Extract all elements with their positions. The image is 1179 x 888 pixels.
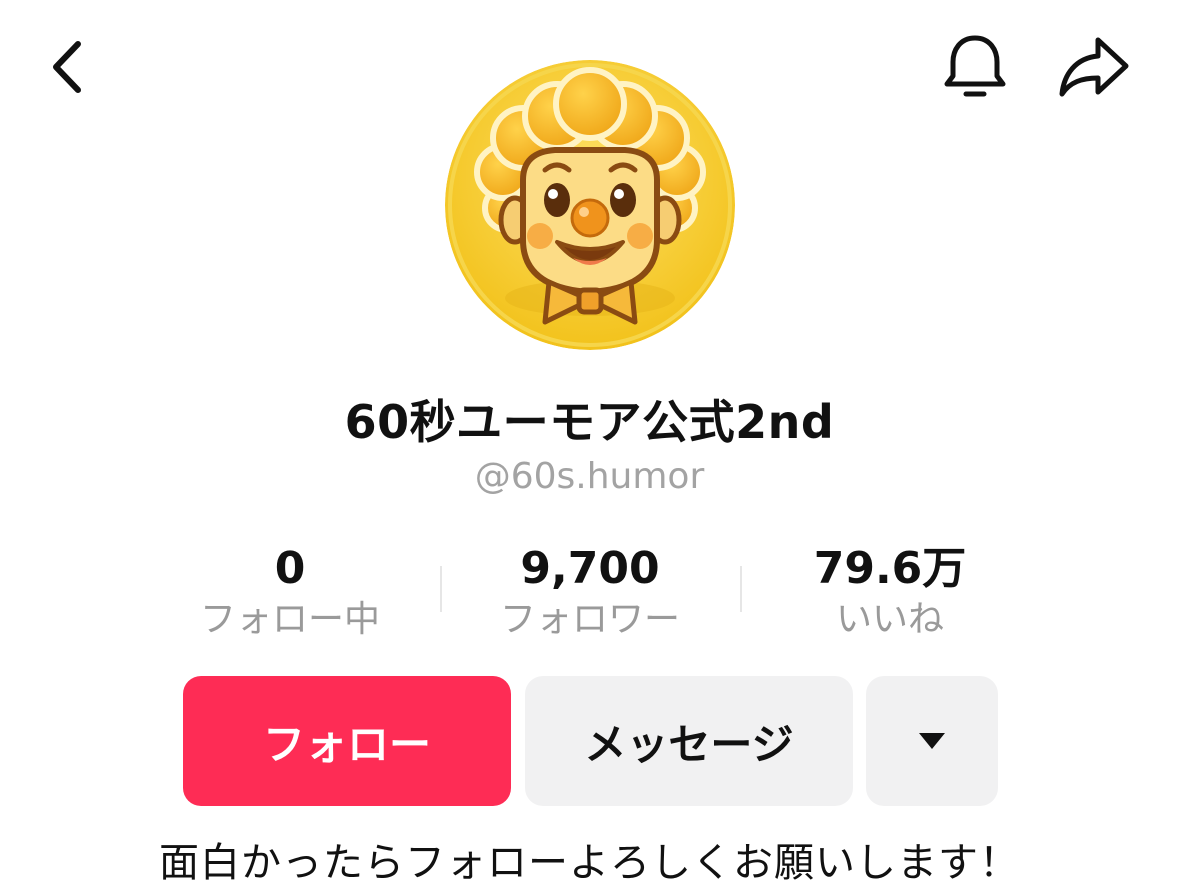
followers-label: フォロワー	[499, 599, 680, 640]
share-button[interactable]	[1054, 34, 1134, 100]
following-label: フォロー中	[199, 599, 380, 640]
profile-bio: 面白かったらフォローよろしくお願いします！	[159, 840, 1020, 886]
stat-followers[interactable]: 9,700 フォロワー	[440, 540, 740, 642]
bell-icon	[944, 35, 1006, 97]
stat-following[interactable]: 0 フォロー中	[140, 540, 440, 642]
display-name: 60秒ユーモア公式2nd	[344, 395, 835, 449]
share-icon	[1059, 37, 1129, 97]
message-button[interactable]: メッセージ	[525, 676, 853, 806]
follow-button[interactable]: フォロー	[183, 676, 511, 806]
likes-count: 79.6万	[813, 543, 967, 594]
avatar[interactable]	[445, 60, 735, 350]
notification-bell-button[interactable]	[938, 32, 1012, 102]
back-button[interactable]	[40, 36, 96, 98]
following-count: 0	[274, 543, 306, 594]
caret-down-icon	[919, 733, 945, 749]
stat-likes: 79.6万 いいね	[740, 540, 1040, 642]
chevron-left-icon	[53, 41, 81, 93]
more-options-button[interactable]	[866, 676, 998, 806]
likes-label: いいね	[835, 599, 944, 640]
clown-avatar-icon	[445, 60, 735, 350]
username-handle: @60s.humor	[474, 456, 705, 497]
followers-count: 9,700	[520, 543, 660, 594]
